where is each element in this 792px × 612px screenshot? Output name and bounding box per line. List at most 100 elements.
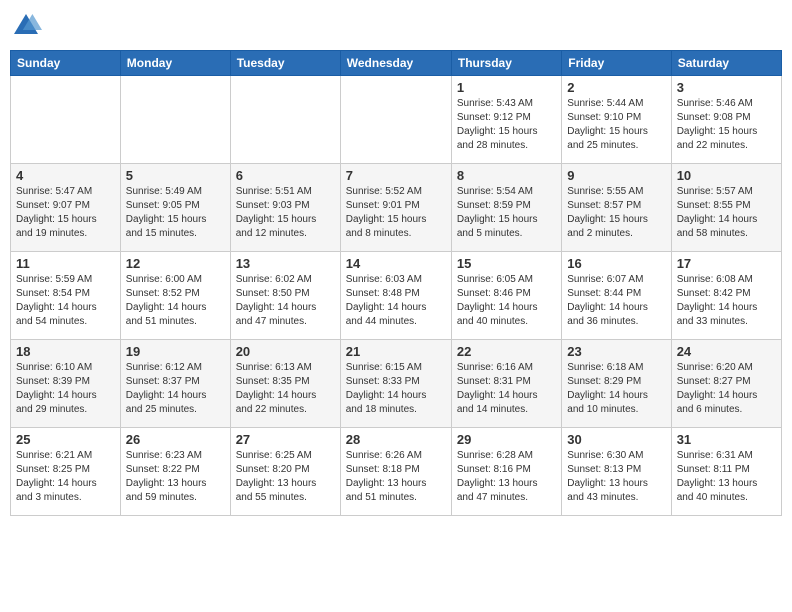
day-number: 30 [567, 432, 665, 447]
calendar-cell: 20Sunrise: 6:13 AMSunset: 8:35 PMDayligh… [230, 340, 340, 428]
day-header-friday: Friday [562, 51, 671, 76]
day-info: Sunrise: 5:44 AMSunset: 9:10 PMDaylight:… [567, 97, 665, 153]
day-header-saturday: Saturday [671, 51, 781, 76]
day-number: 9 [567, 168, 665, 183]
logo [10, 10, 46, 42]
day-number: 14 [346, 256, 446, 271]
calendar-week-row: 18 Sunrise: 6:10 AMSunset: 8:39 PMDayligh… [11, 340, 782, 428]
calendar-cell: 29 Sunrise: 6:28 AMSunset: 8:16 PMDayligh… [451, 428, 561, 516]
day-info: Sunrise: 5:43 AMSunset: 9:12 PMDaylight:… [457, 97, 556, 153]
calendar-cell: 24 Sunrise: 6:20 AMSunset: 8:27 PMDayligh… [671, 340, 781, 428]
calendar-cell [120, 76, 230, 164]
day-number: 20 [236, 344, 335, 359]
calendar-cell: 3 Sunrise: 5:46 AMSunset: 9:08 PMDaylight… [671, 76, 781, 164]
day-number: 12 [126, 256, 225, 271]
calendar-cell: 21 Sunrise: 6:15 AMSunset: 8:33 PMDayligh… [340, 340, 451, 428]
day-info: Sunrise: 6:16 AMSunset: 8:31 PMDaylight:… [457, 361, 556, 417]
calendar-cell: 25 Sunrise: 6:21 AMSunset: 8:25 PMDayligh… [11, 428, 121, 516]
calendar-cell: 28 Sunrise: 6:26 AMSunset: 8:18 PMDayligh… [340, 428, 451, 516]
day-info: Sunrise: 6:02 AMSunset: 8:50 PMDaylight:… [236, 273, 335, 329]
day-number: 26 [126, 432, 225, 447]
calendar-cell: 1 Sunrise: 5:43 AMSunset: 9:12 PMDaylight… [451, 76, 561, 164]
calendar-cell [230, 76, 340, 164]
day-header-wednesday: Wednesday [340, 51, 451, 76]
day-info: Sunrise: 6:07 AMSunset: 8:44 PMDaylight:… [567, 273, 665, 329]
calendar-week-row: 11Sunrise: 5:59 AMSunset: 8:54 PMDayligh… [11, 252, 782, 340]
day-info: Sunrise: 6:15 AMSunset: 8:33 PMDaylight:… [346, 361, 446, 417]
day-number: 29 [457, 432, 556, 447]
calendar-cell: 31 Sunrise: 6:31 AMSunset: 8:11 PMDayligh… [671, 428, 781, 516]
logo-icon [10, 10, 42, 42]
calendar-cell: 27Sunrise: 6:25 AMSunset: 8:20 PMDayligh… [230, 428, 340, 516]
day-number: 31 [677, 432, 776, 447]
day-info: Sunrise: 6:20 AMSunset: 8:27 PMDaylight:… [677, 361, 776, 417]
day-number: 27 [236, 432, 335, 447]
day-number: 1 [457, 80, 556, 95]
day-number: 28 [346, 432, 446, 447]
calendar-cell: 26Sunrise: 6:23 AMSunset: 8:22 PMDayligh… [120, 428, 230, 516]
day-info: Sunrise: 6:31 AMSunset: 8:11 PMDaylight:… [677, 449, 776, 505]
day-number: 7 [346, 168, 446, 183]
day-number: 18 [16, 344, 115, 359]
calendar-cell: 11Sunrise: 5:59 AMSunset: 8:54 PMDayligh… [11, 252, 121, 340]
day-number: 24 [677, 344, 776, 359]
day-header-monday: Monday [120, 51, 230, 76]
calendar-cell: 6 Sunrise: 5:51 AMSunset: 9:03 PMDaylight… [230, 164, 340, 252]
day-info: Sunrise: 6:21 AMSunset: 8:25 PMDaylight:… [16, 449, 115, 505]
day-info: Sunrise: 6:30 AMSunset: 8:13 PMDaylight:… [567, 449, 665, 505]
day-info: Sunrise: 6:26 AMSunset: 8:18 PMDaylight:… [346, 449, 446, 505]
calendar-cell: 4 Sunrise: 5:47 AMSunset: 9:07 PMDaylight… [11, 164, 121, 252]
day-info: Sunrise: 6:12 AMSunset: 8:37 PMDaylight:… [126, 361, 225, 417]
day-number: 4 [16, 168, 115, 183]
calendar-week-row: 4 Sunrise: 5:47 AMSunset: 9:07 PMDaylight… [11, 164, 782, 252]
calendar-cell [11, 76, 121, 164]
day-info: Sunrise: 5:49 AMSunset: 9:05 PMDaylight:… [126, 185, 225, 241]
day-number: 5 [126, 168, 225, 183]
day-header-sunday: Sunday [11, 51, 121, 76]
day-number: 22 [457, 344, 556, 359]
day-number: 2 [567, 80, 665, 95]
day-info: Sunrise: 6:05 AMSunset: 8:46 PMDaylight:… [457, 273, 556, 329]
calendar-cell: 17Sunrise: 6:08 AMSunset: 8:42 PMDayligh… [671, 252, 781, 340]
day-info: Sunrise: 5:52 AMSunset: 9:01 PMDaylight:… [346, 185, 446, 241]
day-number: 13 [236, 256, 335, 271]
day-header-thursday: Thursday [451, 51, 561, 76]
day-info: Sunrise: 6:08 AMSunset: 8:42 PMDaylight:… [677, 273, 776, 329]
calendar-cell: 10Sunrise: 5:57 AMSunset: 8:55 PMDayligh… [671, 164, 781, 252]
calendar-cell: 5 Sunrise: 5:49 AMSunset: 9:05 PMDaylight… [120, 164, 230, 252]
day-number: 6 [236, 168, 335, 183]
calendar-table: SundayMondayTuesdayWednesdayThursdayFrid… [10, 50, 782, 516]
calendar-cell: 14Sunrise: 6:03 AMSunset: 8:48 PMDayligh… [340, 252, 451, 340]
calendar-cell: 8 Sunrise: 5:54 AMSunset: 8:59 PMDaylight… [451, 164, 561, 252]
day-number: 8 [457, 168, 556, 183]
calendar-week-row: 1 Sunrise: 5:43 AMSunset: 9:12 PMDaylight… [11, 76, 782, 164]
calendar-cell: 16 Sunrise: 6:07 AMSunset: 8:44 PMDayligh… [562, 252, 671, 340]
day-number: 19 [126, 344, 225, 359]
day-info: Sunrise: 5:46 AMSunset: 9:08 PMDaylight:… [677, 97, 776, 153]
day-number: 21 [346, 344, 446, 359]
day-number: 16 [567, 256, 665, 271]
day-info: Sunrise: 6:00 AMSunset: 8:52 PMDaylight:… [126, 273, 225, 329]
page-header [10, 10, 782, 42]
calendar-header-row: SundayMondayTuesdayWednesdayThursdayFrid… [11, 51, 782, 76]
calendar-cell: 12 Sunrise: 6:00 AMSunset: 8:52 PMDayligh… [120, 252, 230, 340]
day-info: Sunrise: 6:28 AMSunset: 8:16 PMDaylight:… [457, 449, 556, 505]
day-number: 3 [677, 80, 776, 95]
calendar-cell: 13 Sunrise: 6:02 AMSunset: 8:50 PMDayligh… [230, 252, 340, 340]
day-number: 23 [567, 344, 665, 359]
calendar-cell: 19 Sunrise: 6:12 AMSunset: 8:37 PMDayligh… [120, 340, 230, 428]
day-info: Sunrise: 5:54 AMSunset: 8:59 PMDaylight:… [457, 185, 556, 241]
day-header-tuesday: Tuesday [230, 51, 340, 76]
calendar-cell: 18 Sunrise: 6:10 AMSunset: 8:39 PMDayligh… [11, 340, 121, 428]
calendar-cell: 9 Sunrise: 5:55 AMSunset: 8:57 PMDaylight… [562, 164, 671, 252]
calendar-cell [340, 76, 451, 164]
calendar-cell: 15Sunrise: 6:05 AMSunset: 8:46 PMDayligh… [451, 252, 561, 340]
day-info: Sunrise: 5:51 AMSunset: 9:03 PMDaylight:… [236, 185, 335, 241]
day-info: Sunrise: 6:10 AMSunset: 8:39 PMDaylight:… [16, 361, 115, 417]
day-number: 25 [16, 432, 115, 447]
calendar-cell: 7 Sunrise: 5:52 AMSunset: 9:01 PMDaylight… [340, 164, 451, 252]
calendar-cell: 2 Sunrise: 5:44 AMSunset: 9:10 PMDaylight… [562, 76, 671, 164]
day-info: Sunrise: 6:18 AMSunset: 8:29 PMDaylight:… [567, 361, 665, 417]
day-info: Sunrise: 5:55 AMSunset: 8:57 PMDaylight:… [567, 185, 665, 241]
day-info: Sunrise: 5:47 AMSunset: 9:07 PMDaylight:… [16, 185, 115, 241]
